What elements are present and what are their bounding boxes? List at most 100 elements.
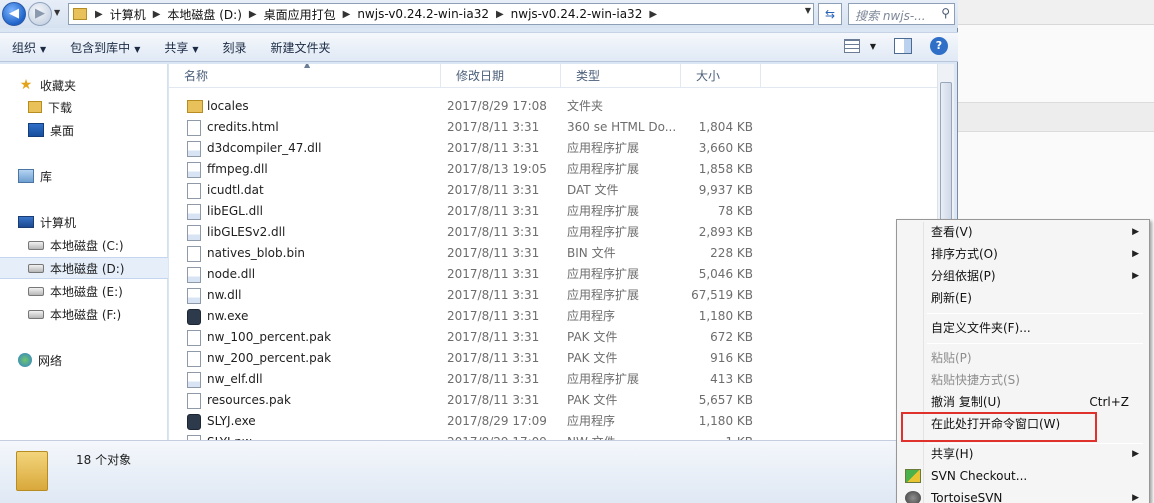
menu-svn-checkout[interactable]: SVN Checkout...: [899, 465, 1147, 487]
file-row[interactable]: node.dll 2017/8/11 3:31 应用程序扩展 5,046 KB: [169, 264, 937, 285]
file-date: 2017/8/11 3:31: [447, 141, 540, 155]
drive-icon: [28, 309, 44, 319]
file-row[interactable]: locales 2017/8/29 17:08 文件夹: [169, 96, 937, 117]
file-row[interactable]: d3dcompiler_47.dll 2017/8/11 3:31 应用程序扩展 3,…: [169, 138, 937, 159]
file-row[interactable]: nw_100_percent.pak 2017/8/11 3:31 PAK 文件 67…: [169, 327, 937, 348]
address-dropdown-icon[interactable]: ▼: [805, 6, 811, 15]
include-library-button[interactable]: 包含到库中 ▼: [58, 39, 152, 56]
chevron-down-icon[interactable]: ▼: [870, 42, 876, 51]
file-size: 9,937 KB: [698, 183, 753, 197]
file-row[interactable]: libEGL.dll 2017/8/11 3:31 应用程序扩展 78 KB: [169, 201, 937, 222]
chevron-right-icon[interactable]: ▶: [149, 9, 165, 20]
refresh-button[interactable]: ⇆: [818, 3, 842, 25]
file-name: credits.html: [207, 120, 279, 134]
column-size[interactable]: 大小: [681, 64, 761, 88]
view-options-icon[interactable]: [843, 39, 860, 53]
organize-button[interactable]: 组织 ▼: [0, 39, 58, 56]
chevron-right-icon[interactable]: ▶: [245, 9, 261, 20]
file-row[interactable]: nw.dll 2017/8/11 3:31 应用程序扩展 67,519 KB: [169, 285, 937, 306]
breadcrumb-drive-d[interactable]: 本地磁盘 (D:): [164, 6, 244, 23]
menu-refresh[interactable]: 刷新(E): [899, 287, 1147, 309]
document-icon: [187, 351, 201, 367]
file-row[interactable]: SLYJ.exe 2017/8/29 17:09 应用程序 1,180 KB: [169, 411, 937, 432]
column-header-row: ▲ 名称 修改日期 类型 大小: [169, 64, 937, 88]
menu-undo-copy[interactable]: 撤消 复制(U) Ctrl+Z: [899, 391, 1147, 413]
column-type[interactable]: 类型: [561, 64, 681, 88]
nav-desktop[interactable]: 桌面: [0, 119, 168, 141]
file-type: DAT 文件: [567, 183, 619, 197]
chevron-right-icon[interactable]: ▶: [91, 9, 107, 20]
address-bar[interactable]: ▶ 计算机 ▶ 本地磁盘 (D:) ▶ 桌面应用打包 ▶ nwjs-v0.24.…: [68, 3, 814, 25]
document-icon: [187, 183, 201, 199]
new-folder-button[interactable]: 新建文件夹: [259, 39, 343, 56]
nav-favorites[interactable]: ★ 收藏夹: [0, 74, 168, 96]
network-icon: [18, 353, 32, 367]
file-row[interactable]: SLYJ.nw 2017/8/29 17:09 NW 文件1 KB: [169, 432, 937, 440]
nav-libraries[interactable]: 库: [0, 165, 168, 187]
menu-tortoisesvn[interactable]: TortoiseSVN ▶: [899, 487, 1147, 503]
file-row[interactable]: libGLESv2.dll 2017/8/11 3:31 应用程序扩展 2,893 K…: [169, 222, 937, 243]
column-date[interactable]: 修改日期: [441, 64, 561, 88]
file-name: nw.exe: [207, 309, 249, 323]
exe-icon: [187, 309, 201, 325]
menu-sort-label: 排序方式(O): [931, 247, 998, 261]
burn-button[interactable]: 刻录: [211, 39, 259, 56]
breadcrumb-nwjs-parent[interactable]: nwjs-v0.24.2-win-ia32: [354, 7, 492, 21]
file-type: BIN 文件: [567, 246, 616, 260]
nav-drive-f[interactable]: 本地磁盘 (F:): [0, 303, 168, 325]
file-row[interactable]: ffmpeg.dll 2017/8/13 19:05 应用程序扩展 1,858 KB: [169, 159, 937, 180]
menu-paste-label: 粘贴(P): [931, 351, 972, 365]
menu-view[interactable]: 查看(V) ▶: [899, 221, 1147, 243]
preview-pane-icon[interactable]: [894, 38, 912, 54]
file-row[interactable]: nw_200_percent.pak 2017/8/11 3:31 PAK 文件 91…: [169, 348, 937, 369]
nav-drive-c[interactable]: 本地磁盘 (C:): [0, 234, 168, 256]
submenu-arrow-icon: ▶: [1132, 249, 1139, 259]
help-icon[interactable]: ?: [930, 37, 948, 55]
menu-sort[interactable]: 排序方式(O) ▶: [899, 243, 1147, 265]
search-placeholder: 搜索 nwjs-...: [855, 9, 926, 23]
file-row[interactable]: nw_elf.dll 2017/8/11 3:31 应用程序扩展 413 KB: [169, 369, 937, 390]
dll-icon: [187, 204, 201, 220]
back-button[interactable]: ◀: [2, 2, 26, 26]
nav-drive-d[interactable]: 本地磁盘 (D:): [0, 257, 168, 279]
menu-group[interactable]: 分组依据(P) ▶: [899, 265, 1147, 287]
library-icon: [18, 169, 34, 183]
menu-customize[interactable]: 自定义文件夹(F)...: [899, 317, 1147, 339]
file-type: PAK 文件: [567, 351, 618, 365]
file-row[interactable]: natives_blob.bin 2017/8/11 3:31 BIN 文件 228 …: [169, 243, 937, 264]
forward-button[interactable]: ▶: [28, 2, 52, 26]
file-row[interactable]: credits.html 2017/8/11 3:31 360 se HTML Do…: [169, 117, 937, 138]
history-dropdown-icon[interactable]: ▼: [54, 8, 60, 17]
breadcrumb-packaging[interactable]: 桌面应用打包: [261, 6, 339, 23]
search-icon[interactable]: ⚲: [941, 6, 950, 20]
chevron-right-icon[interactable]: ▶: [645, 9, 661, 20]
dll-icon: [187, 267, 201, 283]
nav-drive-e[interactable]: 本地磁盘 (E:): [0, 280, 168, 302]
menu-share[interactable]: 共享(H) ▶: [899, 443, 1147, 465]
menu-group-label: 分组依据(P): [931, 269, 996, 283]
file-date: 2017/8/11 3:31: [447, 120, 540, 134]
breadcrumb-computer[interactable]: 计算机: [107, 6, 149, 23]
nav-downloads[interactable]: 下载: [0, 96, 168, 118]
column-name[interactable]: 名称: [169, 64, 441, 88]
downloads-folder-icon: [28, 101, 42, 113]
menu-paste-shortcut[interactable]: 粘贴快捷方式(S): [899, 369, 1147, 391]
star-icon: ★: [19, 77, 33, 93]
breadcrumb-nwjs-current[interactable]: nwjs-v0.24.2-win-ia32: [508, 7, 646, 21]
file-row[interactable]: icudtl.dat 2017/8/11 3:31 DAT 文件 9,937 KB: [169, 180, 937, 201]
file-row[interactable]: resources.pak 2017/8/11 3:31 PAK 文件 5,657 K…: [169, 390, 937, 411]
document-icon: [187, 393, 201, 409]
menu-paste[interactable]: 粘贴(P): [899, 347, 1147, 369]
search-input[interactable]: 搜索 nwjs-... ⚲: [848, 3, 955, 25]
file-row[interactable]: nw.exe 2017/8/11 3:31 应用程序 1,180 KB: [169, 306, 937, 327]
nav-favorites-label: 收藏夹: [40, 78, 77, 93]
chevron-right-icon[interactable]: ▶: [339, 9, 355, 20]
nav-computer[interactable]: 计算机: [0, 211, 168, 233]
share-button[interactable]: 共享 ▼: [152, 39, 210, 56]
nav-desktop-label: 桌面: [50, 123, 75, 138]
file-size: 228 KB: [710, 246, 753, 260]
nav-network[interactable]: 网络: [0, 349, 168, 371]
chevron-right-icon[interactable]: ▶: [492, 9, 508, 20]
chevron-down-icon: ▼: [134, 44, 141, 54]
menu-separator: [927, 343, 1143, 344]
